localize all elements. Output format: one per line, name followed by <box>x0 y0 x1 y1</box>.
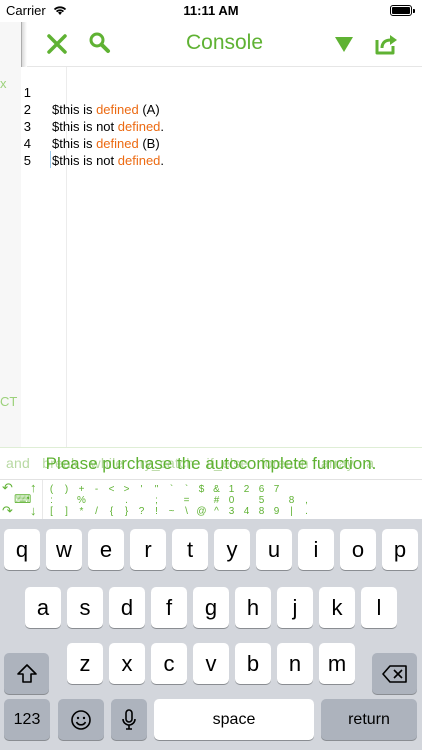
code-line: 2 $this is not defined. <box>21 84 164 134</box>
letter-key[interactable]: o <box>340 529 376 570</box>
shift-icon <box>16 664 37 683</box>
text-cursor <box>50 151 51 168</box>
redo-icon[interactable]: ↷ <box>2 503 13 519</box>
shift-key[interactable] <box>4 653 49 694</box>
letter-key[interactable]: k <box>319 587 355 628</box>
side-panel-fragment-top: x <box>0 76 7 91</box>
letter-key[interactable]: e <box>88 529 124 570</box>
letter-key[interactable]: p <box>382 529 418 570</box>
code-keyword: defined <box>96 136 139 151</box>
letter-key[interactable]: q <box>4 529 40 570</box>
code-line: 1 $this is defined (A) <box>21 67 160 117</box>
triangle-down-icon <box>335 37 353 52</box>
letter-key[interactable]: t <box>172 529 208 570</box>
space-key[interactable]: space <box>154 699 314 740</box>
return-key[interactable]: return <box>321 699 417 740</box>
code-keyword: defined <box>96 102 139 117</box>
code-line: 3 $this is defined (B) <box>21 101 160 151</box>
letter-key[interactable]: r <box>130 529 166 570</box>
side-panel-fragment-bottom: CT <box>0 394 18 409</box>
emoji-icon <box>71 710 91 730</box>
code-line: 5 <box>21 135 35 168</box>
clock: 11:11 AM <box>183 3 239 18</box>
letter-key[interactable]: l <box>361 587 397 628</box>
letter-key[interactable]: h <box>235 587 271 628</box>
letter-key[interactable]: g <box>193 587 229 628</box>
code-text: $this is not <box>52 119 118 134</box>
undo-icon[interactable]: ↶ <box>2 480 13 496</box>
code-keyword: defined <box>117 153 161 168</box>
code-text: . <box>160 119 165 134</box>
code-editor[interactable]: 1 $this is defined (A) 2 $this is not de… <box>21 67 422 447</box>
letter-key[interactable]: b <box>235 643 271 684</box>
letter-key[interactable]: i <box>298 529 334 570</box>
letter-key[interactable]: a <box>25 587 61 628</box>
letter-key[interactable]: m <box>319 643 355 684</box>
letter-key[interactable]: v <box>193 643 229 684</box>
battery-icon <box>390 5 415 16</box>
letter-key[interactable]: j <box>277 587 313 628</box>
letter-key[interactable]: y <box>214 529 250 570</box>
code-text: (B) <box>138 136 160 151</box>
share-button[interactable] <box>371 29 401 59</box>
emoji-key[interactable] <box>58 699 104 740</box>
arrow-down-icon[interactable]: ↓ <box>30 503 37 518</box>
microphone-icon <box>122 709 136 730</box>
letter-key[interactable]: f <box>151 587 187 628</box>
page-title: Console <box>185 31 264 54</box>
letter-key[interactable]: n <box>277 643 313 684</box>
backspace-icon <box>381 665 407 683</box>
line-number: 5 <box>23 153 31 168</box>
autocomplete-bar[interactable]: and break while try_catch if_else foreac… <box>0 447 422 480</box>
run-dropdown-button[interactable] <box>329 29 359 59</box>
letter-key[interactable]: s <box>67 587 103 628</box>
code-text: $this is <box>52 102 97 117</box>
side-panel[interactable]: x CT <box>0 22 22 447</box>
delete-key[interactable] <box>372 653 417 694</box>
code-text: $this is <box>52 136 97 151</box>
code-keyword: defined <box>117 119 161 134</box>
share-icon <box>375 35 397 55</box>
letter-key[interactable]: u <box>256 529 292 570</box>
code-text: (A) <box>138 102 160 117</box>
letter-key[interactable]: z <box>67 643 103 684</box>
navigation-bar: Console <box>27 22 422 67</box>
keyboard-icon[interactable]: ⌨ <box>14 492 31 506</box>
letter-key[interactable]: c <box>151 643 187 684</box>
status-bar: Carrier 11:11 AM <box>0 0 422 22</box>
code-text: . <box>160 153 165 168</box>
purchase-message[interactable]: Please purchase the autocomplete functio… <box>0 454 422 474</box>
code-line: 4 $this is not defined. <box>21 118 164 168</box>
symbol-bar: ↶ ↑ ⌨ ↷ ↓ () + - < > ' " ` ` $ & 1 2 6 7 :%.; = #0 5 8, []… <box>0 479 422 520</box>
keyboard: qwertyuiop asdfghjkl zxcvbnm 123 space r… <box>0 519 422 750</box>
letter-key[interactable]: w <box>46 529 82 570</box>
dictation-key[interactable] <box>111 699 147 740</box>
code-text: $this is not <box>52 153 118 168</box>
letter-key[interactable]: x <box>109 643 145 684</box>
letter-key[interactable]: d <box>109 587 145 628</box>
symbol-divider <box>42 480 43 520</box>
numbers-key[interactable]: 123 <box>4 699 50 740</box>
